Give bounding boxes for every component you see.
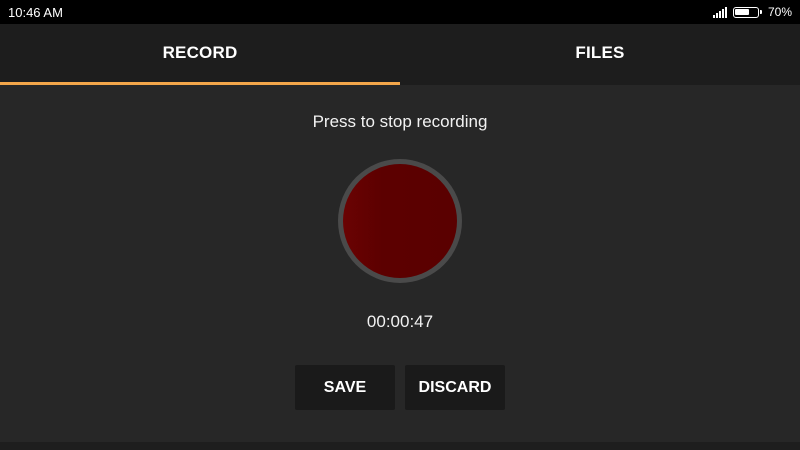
discard-button[interactable]: DISCARD — [405, 365, 505, 410]
bottom-bar — [0, 442, 800, 450]
save-button[interactable]: SAVE — [295, 365, 395, 410]
record-icon — [343, 164, 457, 278]
battery-icon — [732, 6, 762, 18]
recorder-screen: 10:46 AM 70% RECORD FILES Press to stop … — [0, 0, 800, 450]
tab-record[interactable]: RECORD — [0, 24, 400, 85]
tab-record-label: RECORD — [162, 43, 238, 62]
battery-fill — [735, 9, 750, 15]
tab-files-label: FILES — [575, 43, 625, 62]
status-time: 10:46 AM — [8, 5, 63, 20]
battery-percentage: 70% — [767, 5, 792, 19]
signal-icon — [712, 6, 727, 18]
tab-bar: RECORD FILES — [0, 24, 800, 85]
status-indicators: 70% — [712, 5, 792, 19]
tab-files[interactable]: FILES — [400, 24, 800, 85]
status-bar: 10:46 AM 70% — [0, 0, 800, 24]
record-stop-button[interactable] — [338, 159, 462, 283]
recording-prompt: Press to stop recording — [312, 112, 488, 131]
tab-selected-indicator — [0, 82, 400, 85]
elapsed-timer: 00:00:47 — [366, 312, 434, 331]
